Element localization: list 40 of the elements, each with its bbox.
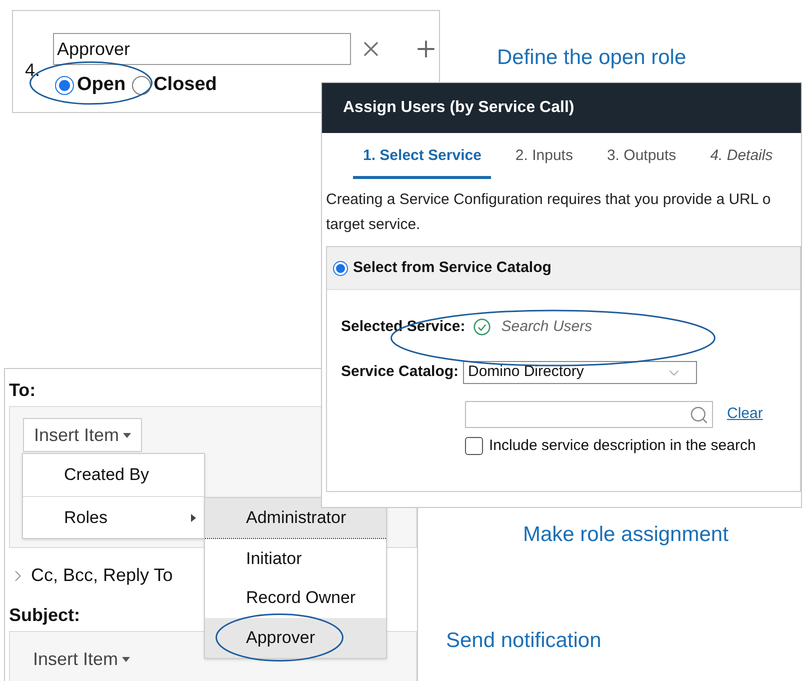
submenu-item[interactable]: Initiator <box>205 538 386 578</box>
submenu-item[interactable]: Record Owner <box>205 578 386 618</box>
to-label: To: <box>9 379 36 402</box>
caption: Send notification <box>446 628 602 654</box>
selected-service-value: Search Users <box>501 316 592 337</box>
step-tab[interactable]: 2. Inputs <box>505 137 583 179</box>
clear-link[interactable]: Clear <box>727 403 763 426</box>
radio-label: Closed <box>154 73 217 97</box>
description-line: target service. <box>326 215 422 235</box>
section-title: Select from Service Catalog <box>353 258 552 278</box>
radio-button[interactable] <box>132 76 151 95</box>
role-number: 4. <box>25 59 42 82</box>
description-line: Creating a Service Configuration requires that you provide a URL o <box>326 190 772 210</box>
cc-toggle[interactable]: Cc, Bcc, Reply To <box>31 562 173 589</box>
radio-label: Open <box>77 73 126 97</box>
checkbox[interactable] <box>465 437 483 456</box>
step-tab[interactable]: 3. Outputs <box>596 137 686 179</box>
caret-icon <box>122 656 130 662</box>
submenu-item[interactable]: Approver <box>205 618 386 658</box>
caption: Define the open role <box>497 45 686 71</box>
radio-button[interactable] <box>333 260 348 276</box>
menu-item[interactable]: Created By <box>23 454 204 496</box>
service-catalog-select[interactable]: Domino Directory <box>463 361 697 384</box>
field-label: Service Catalog: <box>341 362 460 382</box>
radio-button[interactable] <box>55 76 74 95</box>
check-circle-icon <box>473 318 492 336</box>
caret-icon <box>123 432 132 438</box>
insert-item-button[interactable]: Insert Item <box>33 648 130 670</box>
insert-item-button[interactable]: Insert Item <box>23 418 142 452</box>
role-name-field[interactable]: Approver <box>53 33 351 65</box>
submenu-item[interactable]: Administrator <box>205 498 386 538</box>
dialog-title: Assign Users (by Service Call) <box>343 98 574 118</box>
subject-label: Subject: <box>9 604 80 627</box>
checkbox-label: Include service description in the search <box>489 436 756 456</box>
step-tab[interactable]: 1. Select Service <box>353 137 492 179</box>
caption: Make role assignment <box>523 522 728 548</box>
submenu-arrow-icon <box>191 514 196 522</box>
field-label: Selected Service: <box>341 316 466 337</box>
search-icon <box>689 404 709 424</box>
search-field[interactable] <box>465 401 713 428</box>
